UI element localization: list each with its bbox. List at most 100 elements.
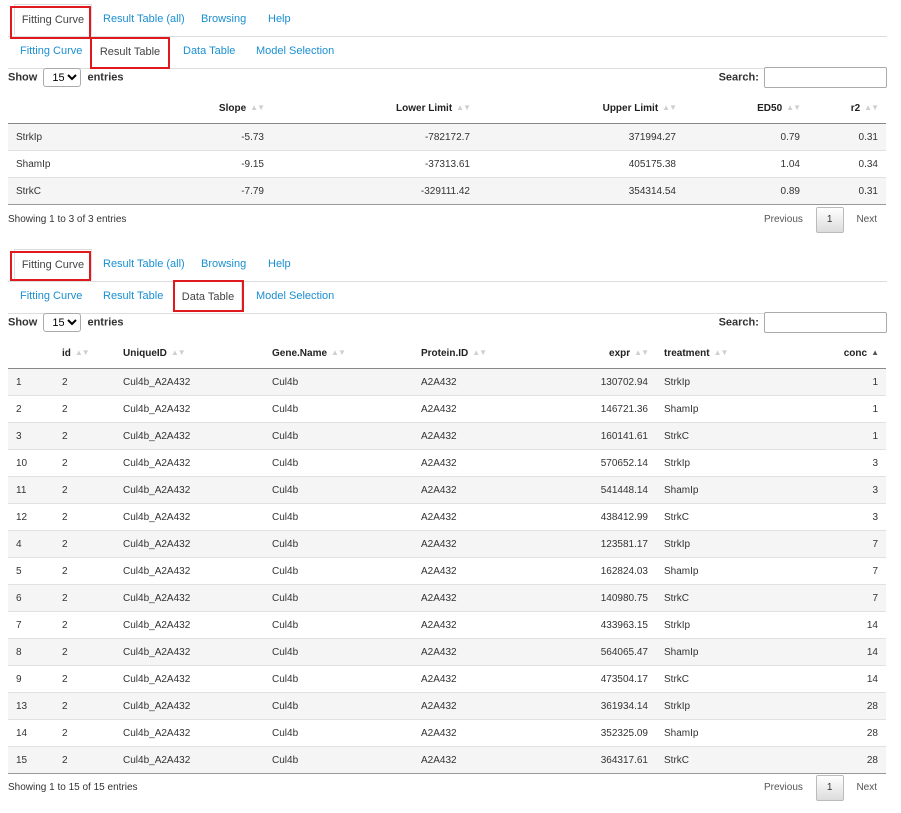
table-cell: -5.73 — [158, 123, 272, 151]
table-cell: Cul4b_A2A432 — [115, 449, 264, 477]
table-cell: StrkC — [656, 584, 778, 612]
tab-help[interactable]: Help — [268, 4, 291, 35]
next-button[interactable]: Next — [846, 207, 887, 233]
table-cell: A2A432 — [413, 530, 532, 558]
table-row: 6 2 Cul4b_A2A432 Cul4b A2A432 140980.75 StrkC 7 — [8, 584, 886, 612]
table-cell: 2 — [8, 395, 54, 423]
tab-browsing[interactable]: Browsing — [201, 249, 246, 280]
tab-data-table[interactable]: Data Table — [174, 281, 242, 312]
table-cell: StrkIp — [656, 530, 778, 558]
tab-fitting-curve-sub[interactable]: Fitting Curve — [20, 281, 82, 312]
table-cell: A2A432 — [413, 503, 532, 531]
page-button[interactable]: 1 — [815, 775, 844, 801]
table-cell: Cul4b_A2A432 — [115, 719, 264, 747]
search-input[interactable] — [764, 67, 887, 88]
table-cell: ShamIp — [656, 719, 778, 747]
tab-model-selection[interactable]: Model Selection — [256, 36, 334, 67]
tab-help[interactable]: Help — [268, 249, 291, 280]
table-cell: Cul4b — [264, 449, 413, 477]
data-table: id ▲▼ UniqueID ▲▼ Gene.Name ▲▼ Protein.ID ▲▼ exp… — [8, 338, 886, 774]
column-header[interactable]: Lower Limit ▲▼ — [272, 93, 478, 124]
table-cell: Cul4b — [264, 422, 413, 450]
pagination: Previous 1 Next — [754, 775, 887, 801]
tab-browsing[interactable]: Browsing — [201, 4, 246, 35]
table-cell: Cul4b_A2A432 — [115, 746, 264, 774]
table-cell: 1 — [8, 368, 54, 396]
table-cell: 2 — [54, 638, 115, 666]
table-row: 1 2 Cul4b_A2A432 Cul4b A2A432 130702.94 StrkIp… — [8, 368, 886, 396]
tab-model-selection[interactable]: Model Selection — [256, 281, 334, 312]
show-label: Show — [8, 71, 38, 84]
column-header — [8, 93, 158, 124]
table-cell: Cul4b_A2A432 — [115, 503, 264, 531]
table-cell: 0.79 — [684, 123, 808, 151]
column-header[interactable]: Slope ▲▼ — [158, 93, 272, 124]
table-cell: A2A432 — [413, 422, 532, 450]
table-cell: 354314.54 — [478, 177, 684, 205]
sub-tabs: Fitting Curve Result Table Data Table Mo… — [8, 36, 887, 69]
column-header[interactable]: r2 ▲▼ — [808, 93, 886, 124]
table-cell: 438412.99 — [532, 503, 656, 531]
tab-fitting-curve-sub[interactable]: Fitting Curve — [20, 36, 82, 67]
column-header[interactable]: expr ▲▼ — [532, 338, 656, 369]
table-header-row: Slope ▲▼ Lower Limit ▲▼ Upper Limit ▲▼ ED50 ▲▼ r… — [8, 93, 886, 124]
table-row: 10 2 Cul4b_A2A432 Cul4b A2A432 570652.14 StrkI… — [8, 449, 886, 477]
table-cell: 361934.14 — [532, 692, 656, 720]
tab-result-table-all[interactable]: Result Table (all) — [103, 4, 185, 35]
tab-result-table[interactable]: Result Table — [103, 281, 163, 312]
table-cell: 2 — [54, 503, 115, 531]
previous-button[interactable]: Previous — [754, 775, 813, 801]
search-input[interactable] — [764, 312, 887, 333]
table-cell: A2A432 — [413, 746, 532, 774]
column-header[interactable]: UniqueID ▲▼ — [115, 338, 264, 369]
table-cell: Cul4b — [264, 584, 413, 612]
table-cell: 473504.17 — [532, 665, 656, 693]
entries-select[interactable]: 15 — [43, 68, 82, 87]
pagination: Previous 1 Next — [754, 207, 887, 233]
previous-button[interactable]: Previous — [754, 207, 813, 233]
column-header-label: UniqueID — [123, 347, 167, 359]
column-header-label: ED50 — [757, 102, 783, 114]
column-header[interactable]: conc ▲ — [778, 338, 886, 369]
table-cell: 1 — [778, 395, 886, 423]
table-header-row: id ▲▼ UniqueID ▲▼ Gene.Name ▲▼ Protein.ID ▲▼ exp… — [8, 338, 886, 369]
table-cell: 123581.17 — [532, 530, 656, 558]
next-button[interactable]: Next — [846, 775, 887, 801]
table-row: 13 2 Cul4b_A2A432 Cul4b A2A432 361934.14 StrkI… — [8, 692, 886, 720]
table-cell: Cul4b_A2A432 — [115, 638, 264, 666]
table-row: 9 2 Cul4b_A2A432 Cul4b A2A432 473504.17 StrkC 1… — [8, 665, 886, 693]
column-header[interactable]: ED50 ▲▼ — [684, 93, 808, 124]
entries-select[interactable]: 15 — [43, 313, 82, 332]
table-cell: 14 — [778, 665, 886, 693]
table-row: 3 2 Cul4b_A2A432 Cul4b A2A432 160141.61 StrkC 1 — [8, 422, 886, 450]
table-cell: 146721.36 — [532, 395, 656, 423]
table-cell: 0.89 — [684, 177, 808, 205]
search-box: Search: — [719, 312, 887, 333]
table-cell: A2A432 — [413, 449, 532, 477]
table-cell: StrkIp — [8, 123, 158, 151]
table-cell: StrkIp — [656, 368, 778, 396]
table-cell: Cul4b — [264, 503, 413, 531]
column-header[interactable]: Gene.Name ▲▼ — [264, 338, 413, 369]
tab-fitting-curve[interactable]: Fitting Curve — [14, 249, 92, 280]
search-label: Search: — [718, 316, 759, 329]
tab-fitting-curve[interactable]: Fitting Curve — [14, 4, 92, 35]
table-cell: 1.04 — [684, 150, 808, 178]
page-button[interactable]: 1 — [815, 207, 844, 233]
table-cell: Cul4b_A2A432 — [115, 665, 264, 693]
top-tabs: Fitting Curve Result Table (all) Browsin… — [8, 4, 887, 37]
column-header[interactable]: treatment ▲▼ — [656, 338, 778, 369]
column-header[interactable]: Protein.ID ▲▼ — [413, 338, 532, 369]
column-header-label: Slope — [218, 102, 247, 114]
table-cell: 352325.09 — [532, 719, 656, 747]
table-row: 7 2 Cul4b_A2A432 Cul4b A2A432 433963.15 StrkIp… — [8, 611, 886, 639]
table-cell: Cul4b_A2A432 — [115, 584, 264, 612]
tab-result-table[interactable]: Result Table — [91, 36, 169, 67]
column-header-label: Lower Limit — [396, 102, 453, 114]
tab-data-table[interactable]: Data Table — [183, 36, 235, 67]
column-header[interactable]: Upper Limit ▲▼ — [478, 93, 684, 124]
table-cell: 8 — [8, 638, 54, 666]
column-header[interactable]: id ▲▼ — [54, 338, 115, 369]
tab-result-table-all[interactable]: Result Table (all) — [103, 249, 185, 280]
table-cell: A2A432 — [413, 665, 532, 693]
